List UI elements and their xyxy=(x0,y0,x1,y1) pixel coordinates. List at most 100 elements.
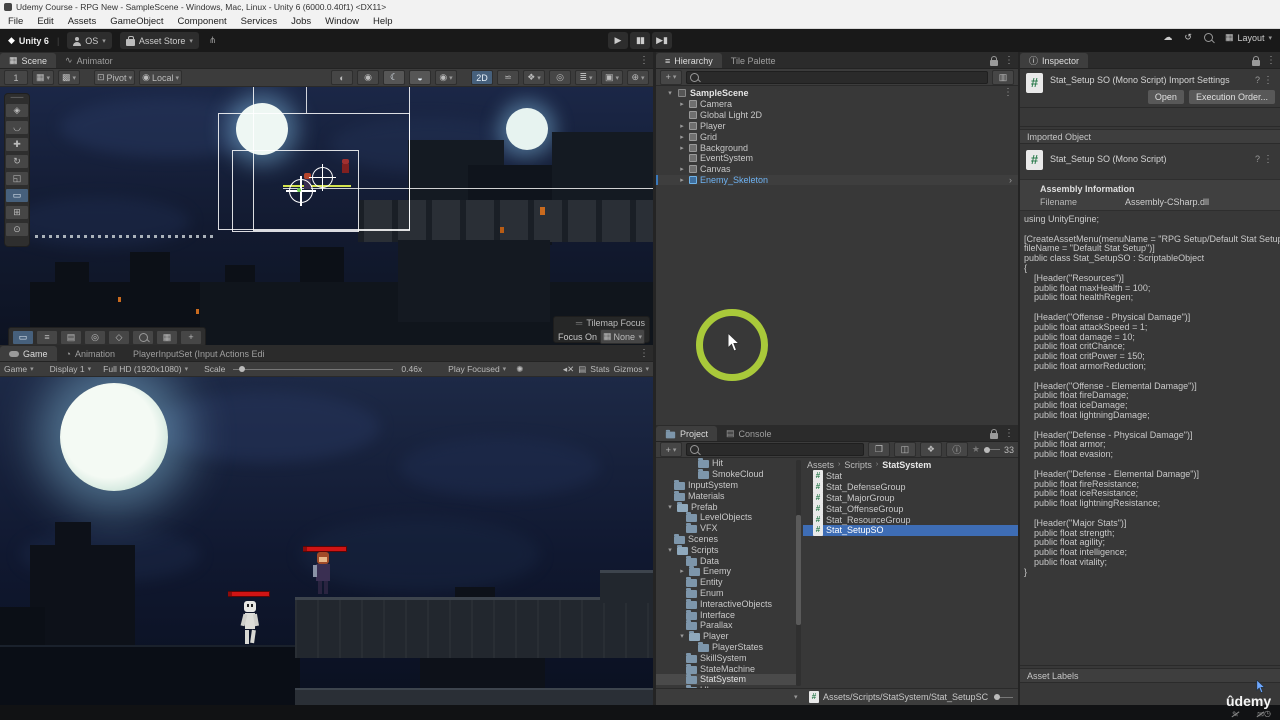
project-folder-row[interactable]: Data xyxy=(656,555,796,566)
tile-extra-icon[interactable]: + xyxy=(180,329,202,345)
favorites-star-icon[interactable]: ★ xyxy=(972,444,980,455)
hierarchy-item[interactable]: ▸ Player xyxy=(656,121,1018,132)
effects-dropdown-icon[interactable]: ◉ ▾ xyxy=(435,70,457,85)
tab-project[interactable]: Project xyxy=(656,426,718,441)
effects-toggle-icon[interactable]: ☾ xyxy=(383,70,405,85)
transform-tool-icon[interactable]: ⊞ xyxy=(5,205,29,220)
game-view-dropdown[interactable]: Game ▾ xyxy=(4,364,34,374)
menu-component[interactable]: Component xyxy=(178,16,227,27)
project-folder-row[interactable]: SmokeCloud xyxy=(656,469,796,480)
scrollbar-thumb[interactable] xyxy=(796,515,801,625)
hidden-packages-icon[interactable]: ◫ xyxy=(893,442,916,457)
project-folder-row[interactable]: InteractiveObjects xyxy=(656,598,796,609)
tile-select-icon[interactable]: ▭ xyxy=(12,329,34,345)
gizmos-dropdown-icon[interactable]: ⊕ ▾ xyxy=(627,70,649,85)
custom-tool-icon[interactable]: ⊙ xyxy=(5,222,29,237)
project-folder-row[interactable]: StateMachine xyxy=(656,663,796,674)
scene-overlay-dropdown-icon[interactable]: ❖ ▾ xyxy=(523,70,545,85)
project-tree-scrollbar[interactable] xyxy=(796,460,801,686)
inspector-panel-menu-icon[interactable]: ⋮ xyxy=(1266,55,1276,66)
layout-dropdown[interactable]: ▦ Layout ▾ xyxy=(1225,32,1272,43)
hierarchy-search-input[interactable] xyxy=(686,70,988,84)
game-viewport[interactable] xyxy=(0,377,653,705)
game-gizmos-dropdown[interactable]: Gizmos ▾ xyxy=(614,364,649,374)
tile-brush-icon[interactable]: ▤ xyxy=(60,329,82,345)
asset-store-dropdown[interactable]: Asset Store ▾ xyxy=(119,32,199,49)
resolution-dropdown[interactable]: Full HD (1920x1080) ▾ xyxy=(103,364,188,374)
scale-slider[interactable] xyxy=(233,366,394,372)
scene-row-menu-icon[interactable]: ⋮ xyxy=(1003,87,1013,98)
project-folder-row[interactable]: Interface xyxy=(656,609,796,620)
project-file-row[interactable]: # Stat_DefenseGroup xyxy=(803,481,1018,494)
tab-inspector[interactable]: ⓘ Inspector xyxy=(1020,53,1089,68)
search-by-label-icon[interactable]: ⓘ xyxy=(945,442,968,457)
menu-window[interactable]: Window xyxy=(325,16,359,27)
hierarchy-panel-menu-icon[interactable]: ⋮ xyxy=(1004,55,1014,66)
header-menu-icon[interactable]: ⋮ xyxy=(1263,75,1273,86)
menu-file[interactable]: File xyxy=(8,16,23,27)
project-file-row[interactable]: # Stat_ResourceGroup xyxy=(803,513,1018,526)
skybox-toggle-icon[interactable]: ◒ xyxy=(409,70,431,85)
project-folder-row[interactable]: PlayerStates xyxy=(656,641,796,653)
overlay-drag-handle[interactable]: ═ xyxy=(576,318,582,328)
hand-tool-icon[interactable]: ◡ xyxy=(5,120,29,135)
object-menu-icon[interactable]: ⋮ xyxy=(1263,154,1273,165)
project-folder-row[interactable]: ▸ Enemy xyxy=(656,566,796,577)
rect-tool-icon[interactable]: ▭ xyxy=(5,188,29,203)
pause-button[interactable]: ▮▮ xyxy=(630,32,650,49)
help-icon[interactable]: ? xyxy=(1255,75,1260,85)
tab-console[interactable]: ▤ Console xyxy=(717,426,781,441)
menu-assets[interactable]: Assets xyxy=(68,16,97,27)
tile-fill-icon[interactable]: ◇ xyxy=(108,329,130,345)
cloud-icon[interactable]: ☁ xyxy=(1163,32,1172,43)
help-icon[interactable]: ? xyxy=(1255,154,1260,164)
tile-picker-icon[interactable] xyxy=(132,329,154,345)
tab-animation[interactable]: ◔ Animation xyxy=(57,346,124,361)
play-focused-dropdown[interactable]: Play Focused ▾ xyxy=(448,364,506,374)
mode-2d-toggle[interactable]: 2D xyxy=(471,70,493,85)
layers-dropdown-icon[interactable]: ≣ ▾ xyxy=(575,70,597,85)
project-folder-row[interactable]: Scenes xyxy=(656,533,796,545)
project-file-row[interactable]: # Stat_OffenseGroup xyxy=(803,502,1018,515)
audio-toggle-icon[interactable]: ◉ xyxy=(357,70,379,85)
project-file-row[interactable]: # Stat_MajorGroup xyxy=(803,492,1018,504)
status-zoom-slider[interactable] xyxy=(994,694,1013,700)
project-folder-row[interactable]: SkillSystem xyxy=(656,652,796,663)
snap-increment-dropdown[interactable]: ▩ ▾ xyxy=(58,70,80,85)
debug-bug-icon[interactable]: ✺ xyxy=(516,364,523,375)
project-panel-menu-icon[interactable]: ⋮ xyxy=(1004,428,1014,439)
hierarchy-item[interactable]: Global Light 2D xyxy=(656,110,1018,121)
move-tool-gizmo-2[interactable] xyxy=(309,164,336,191)
collab-icon[interactable]: ⋔ xyxy=(209,35,217,46)
game-panel-menu-icon[interactable]: ⋮ xyxy=(639,348,649,359)
lock-icon[interactable] xyxy=(1252,55,1260,66)
breadcrumb-assets[interactable]: Assets xyxy=(807,460,834,470)
tile-erase-icon[interactable]: ◎ xyxy=(84,329,106,345)
play-button[interactable]: ▶ xyxy=(608,32,628,49)
tab-animator[interactable]: ∿ Animator xyxy=(56,53,122,68)
display-dropdown[interactable]: Display 1 ▾ xyxy=(50,364,91,374)
tree-collapse-arrow[interactable]: ▾ xyxy=(794,693,798,701)
prefab-open-arrow[interactable]: › xyxy=(1009,175,1012,185)
project-folder-row-selected[interactable]: StatSystem xyxy=(656,673,796,685)
scale-tool-icon[interactable]: ◱ xyxy=(5,171,29,186)
search-by-type-icon[interactable]: ❖ xyxy=(919,442,942,457)
project-folder-row[interactable]: ▾ Prefab xyxy=(656,501,796,512)
lock-icon[interactable] xyxy=(990,55,998,66)
camera-dropdown-icon[interactable]: ▣ ▾ xyxy=(601,70,623,85)
account-dropdown[interactable]: OS ▾ xyxy=(67,32,112,49)
grid-snap-dropdown[interactable]: ▦ ▾ xyxy=(32,70,54,85)
move-tool-icon[interactable]: ✚ xyxy=(5,137,29,152)
focus-on-dropdown[interactable]: ▦ None ▾ xyxy=(600,329,645,344)
scene-picking-icon[interactable]: ▥ xyxy=(992,69,1014,85)
hierarchy-item[interactable]: EventSystem xyxy=(656,153,1018,164)
breadcrumb-scripts[interactable]: Scripts xyxy=(844,460,872,470)
scene-visibility-icon[interactable]: ◎ xyxy=(549,70,571,85)
project-file-row-selected[interactable]: # Stat_SetupSO xyxy=(803,524,1018,537)
lighting-toggle-icon[interactable]: ◐ xyxy=(331,70,353,85)
hierarchy-item-selected[interactable]: ▸ Enemy_Skeleton › xyxy=(656,174,1018,186)
tile-move-icon[interactable]: ≡ xyxy=(36,329,58,345)
view-tool-icon[interactable]: ◈ xyxy=(5,103,29,118)
project-folder-row[interactable]: ▾ Scripts xyxy=(656,544,796,555)
tile-box-icon[interactable]: ▦ xyxy=(156,329,178,345)
